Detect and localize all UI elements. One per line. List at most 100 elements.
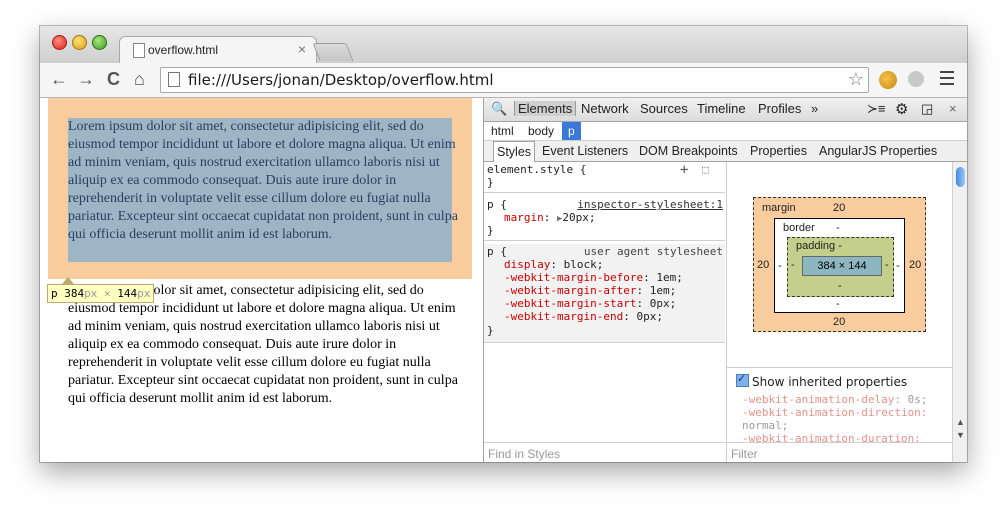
tooltip-arrow [62, 277, 74, 284]
declaration: -webkit-margin-after: 1em; [504, 284, 677, 297]
extension-icon[interactable] [879, 71, 897, 89]
box-model-content[interactable]: 384 × 144 [802, 256, 882, 276]
rule-close-brace: } [487, 324, 494, 337]
minimize-window-button[interactable] [72, 35, 87, 50]
tab-network[interactable]: Network [581, 101, 629, 116]
filter-input[interactable]: Filter [726, 442, 953, 462]
close-devtools-icon[interactable]: × [949, 101, 957, 116]
add-rule-icon[interactable]: + [680, 162, 688, 178]
declaration: -webkit-margin-before: 1em; [504, 271, 683, 284]
user-agent-rule: p { user agent stylesheet display: block… [484, 244, 725, 343]
breadcrumb-p[interactable]: p [562, 122, 581, 140]
breadcrumb-body[interactable]: body [528, 124, 554, 138]
box-model-padding: padding - - - - 384 × 144 [787, 237, 894, 297]
property-name: -webkit-animation-delay: [742, 393, 901, 406]
scrollbar-thumb[interactable] [956, 167, 965, 187]
bookmark-star-icon[interactable]: ☆ [848, 69, 864, 90]
property-name: -webkit-margin-before [504, 271, 644, 284]
subtab-properties[interactable]: Properties [750, 144, 807, 158]
subtab-dom-breakpoints[interactable]: DOM Breakpoints [639, 144, 738, 158]
rule-source: user agent stylesheet [583, 245, 723, 258]
subtab-styles[interactable]: Styles [493, 141, 536, 162]
margin-bottom-value[interactable]: 20 [833, 316, 845, 328]
checkbox-checked-icon[interactable] [736, 372, 749, 387]
property-value: 1em; [649, 284, 677, 297]
margin-top-value[interactable]: 20 [833, 202, 845, 214]
styles-scrollbar[interactable]: ▲ ▼ [952, 162, 967, 462]
new-tab-button[interactable] [312, 43, 354, 61]
show-inherited-checkbox[interactable]: Show inherited properties [736, 372, 907, 389]
border-bottom-value[interactable]: - [836, 298, 840, 310]
menu-icon[interactable] [940, 71, 954, 85]
tab-elements[interactable]: Elements [514, 101, 577, 116]
url-text[interactable]: file:///Users/jonan/Desktop/overflow.htm… [188, 71, 494, 89]
tooltip-times: × [104, 287, 111, 300]
page-viewport: Lorem ipsum dolor sit amet, consectetur … [40, 98, 483, 462]
margin-left-value[interactable]: 20 [757, 259, 769, 271]
box-model-border: border - - - - padding - - - - 384 × 144 [774, 218, 905, 313]
padding-left-value[interactable]: - [791, 259, 795, 271]
find-placeholder: Find in Styles [488, 447, 561, 461]
tab-timeline[interactable]: Timeline [697, 101, 746, 116]
console-drawer-icon[interactable]: ≻≡ [867, 101, 885, 117]
paragraph-1: Lorem ipsum dolor sit amet, consectetur … [68, 119, 458, 242]
tooltip-unit: px [84, 287, 98, 300]
address-bar[interactable]: file:///Users/jonan/Desktop/overflow.htm… [160, 67, 869, 93]
toggle-state-icon[interactable]: ⬚ [702, 163, 709, 176]
tab-overflow[interactable]: overflow.html × [119, 36, 317, 65]
property-name: margin [504, 211, 544, 224]
tooltip-tag: p [51, 287, 58, 300]
search-icon[interactable]: 🔍 [491, 101, 507, 117]
tab-sources[interactable]: Sources [640, 101, 688, 116]
inherited-property: -webkit-animation-delay: 0s; [742, 393, 927, 406]
inherited-property: -webkit-animation-direction: [742, 406, 927, 419]
padding-right-value[interactable]: - [885, 259, 889, 271]
breadcrumb-html[interactable]: html [491, 124, 514, 138]
property-value: 0s; [907, 393, 928, 406]
margin-right-value[interactable]: 20 [909, 259, 921, 271]
find-in-styles-input[interactable]: Find in Styles [484, 442, 726, 462]
margin-declaration[interactable]: margin: ▶20px; [504, 211, 596, 224]
zoom-window-button[interactable] [92, 35, 107, 50]
inspector-stylesheet-rule: p { inspector-stylesheet:1 margin: ▶20px… [484, 197, 725, 241]
divider [727, 367, 953, 368]
filter-placeholder: Filter [731, 447, 758, 461]
padding-label: padding - [796, 240, 842, 252]
tab-profiles[interactable]: Profiles [758, 101, 801, 116]
padding-bottom-value[interactable]: - [838, 280, 842, 292]
subtab-event-listeners[interactable]: Event Listeners [542, 144, 628, 158]
property-value: 0px; [649, 297, 677, 310]
inherited-property-value: normal; [742, 419, 789, 432]
back-icon[interactable]: ← [50, 68, 68, 90]
border-top-value[interactable]: - [836, 222, 840, 234]
declaration: -webkit-margin-end: 0px; [504, 310, 663, 323]
border-label: border [783, 222, 815, 234]
property-name: -webkit-animation-direction: [742, 406, 928, 419]
scroll-down-icon[interactable]: ▼ [956, 430, 965, 440]
property-name: display [504, 258, 551, 271]
tab-title: overflow.html [148, 43, 219, 57]
more-tabs-icon[interactable]: » [811, 101, 818, 116]
dock-icon[interactable]: ◲ [921, 101, 933, 117]
forward-icon[interactable]: → [77, 68, 95, 90]
subtab-angularjs-properties[interactable]: AngularJS Properties [819, 144, 937, 158]
inherited-properties-list: -webkit-animation-delay: 0s; -webkit-ani… [742, 393, 927, 445]
tab-close-button[interactable]: × [298, 41, 306, 57]
settings-icon[interactable]: ⚙ [895, 100, 908, 118]
property-value: 0px; [636, 310, 663, 323]
scroll-up-icon[interactable]: ▲ [956, 417, 965, 427]
element-style-selector: element.style { [487, 163, 587, 176]
close-window-button[interactable] [52, 35, 67, 50]
reload-icon[interactable]: C [107, 68, 120, 90]
declaration: -webkit-margin-start: 0px; [504, 297, 677, 310]
border-right-value[interactable]: - [896, 260, 900, 272]
border-left-value[interactable]: - [778, 260, 782, 272]
margin-label: margin [762, 202, 796, 214]
rule-source-link[interactable]: inspector-stylesheet:1 [577, 198, 723, 211]
browser-toolbar: ← → C ⌂ file:///Users/jonan/Desktop/over… [40, 63, 967, 98]
document-icon [133, 43, 145, 58]
extension-icon-2[interactable] [908, 71, 924, 87]
home-icon[interactable]: ⌂ [134, 68, 145, 90]
page-icon [168, 72, 180, 87]
title-bar: overflow.html × [40, 26, 967, 65]
